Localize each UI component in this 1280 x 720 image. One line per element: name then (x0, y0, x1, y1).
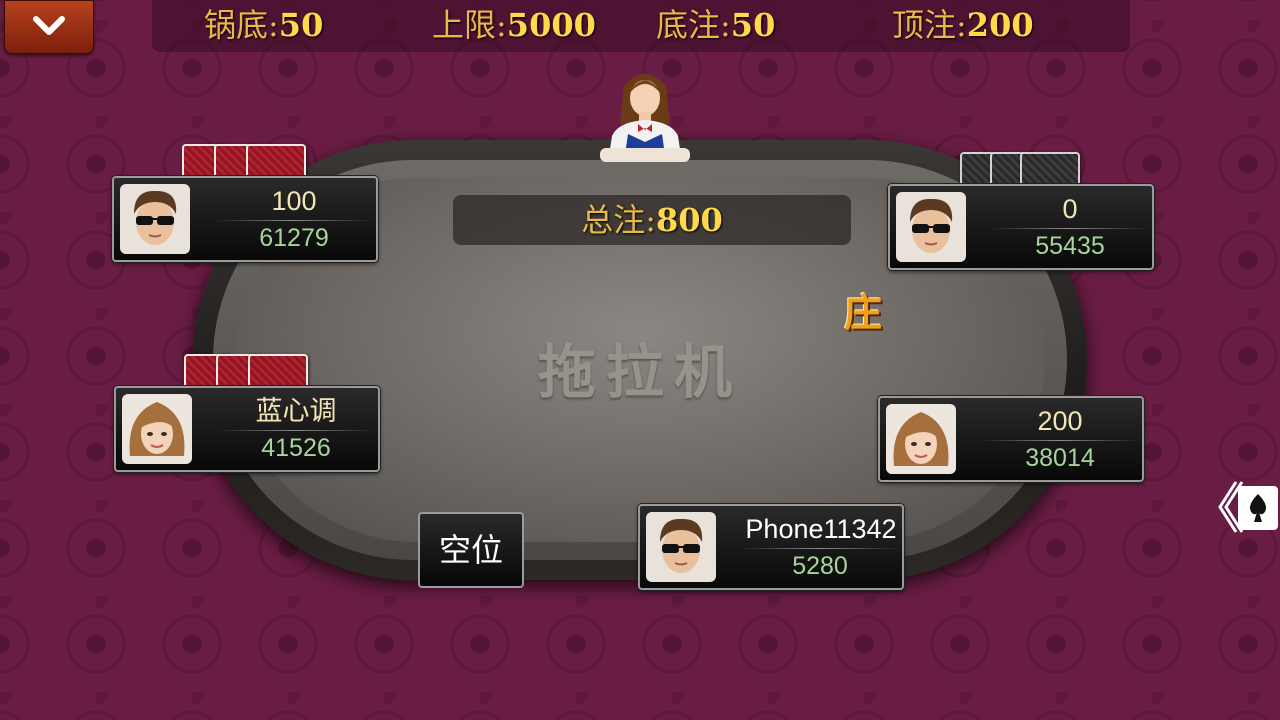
player-name: Phone11342 (745, 514, 897, 544)
male-avatar-icon (120, 184, 190, 254)
game-name-logo: 拖拉机 (537, 338, 742, 406)
total-bet-display: 总注:800 (453, 195, 851, 245)
player-bet: 0 (1062, 194, 1078, 224)
player-chips: 55435 (1035, 232, 1105, 260)
chevron-down-icon (33, 16, 65, 35)
divider (980, 440, 1140, 441)
divider (216, 430, 376, 431)
pot-base-info: 锅底:50 (204, 6, 324, 44)
divider (990, 228, 1150, 229)
divider (214, 220, 374, 221)
male-avatar-icon (896, 192, 966, 262)
female-avatar-icon (886, 404, 956, 474)
player-bet: 100 (271, 186, 317, 216)
female-avatar-icon (122, 394, 192, 464)
player-seat-self[interactable]: Phone11342 5280 (638, 504, 904, 590)
ante-info: 底注:50 (656, 6, 776, 44)
player-chips: 41526 (261, 434, 331, 462)
player-seat-mid-right[interactable]: 200 38014 (878, 396, 1144, 482)
divider (740, 548, 900, 549)
male-avatar-icon (646, 512, 716, 582)
cap-bet-info: 顶注:200 (892, 6, 1034, 44)
player-chips: 61279 (259, 224, 329, 252)
player-name: 蓝心调 (255, 396, 337, 426)
empty-seat-button[interactable]: 空位 (418, 512, 524, 588)
player-seat-top-right[interactable]: 0 55435 (888, 184, 1154, 270)
dealer-avatar (600, 74, 690, 162)
player-seat-top-left[interactable]: 100 61279 (112, 176, 378, 262)
player-chips: 38014 (1025, 444, 1095, 472)
player-bet: 200 (1037, 406, 1083, 436)
limit-info: 上限:5000 (432, 6, 596, 44)
player-seat-mid-left[interactable]: 蓝心调 41526 (114, 386, 380, 472)
banker-badge: 庄 (844, 290, 883, 335)
menu-toggle-button[interactable] (4, 0, 94, 54)
card-spade-icon[interactable] (1216, 478, 1280, 536)
player-chips: 5280 (792, 552, 848, 580)
